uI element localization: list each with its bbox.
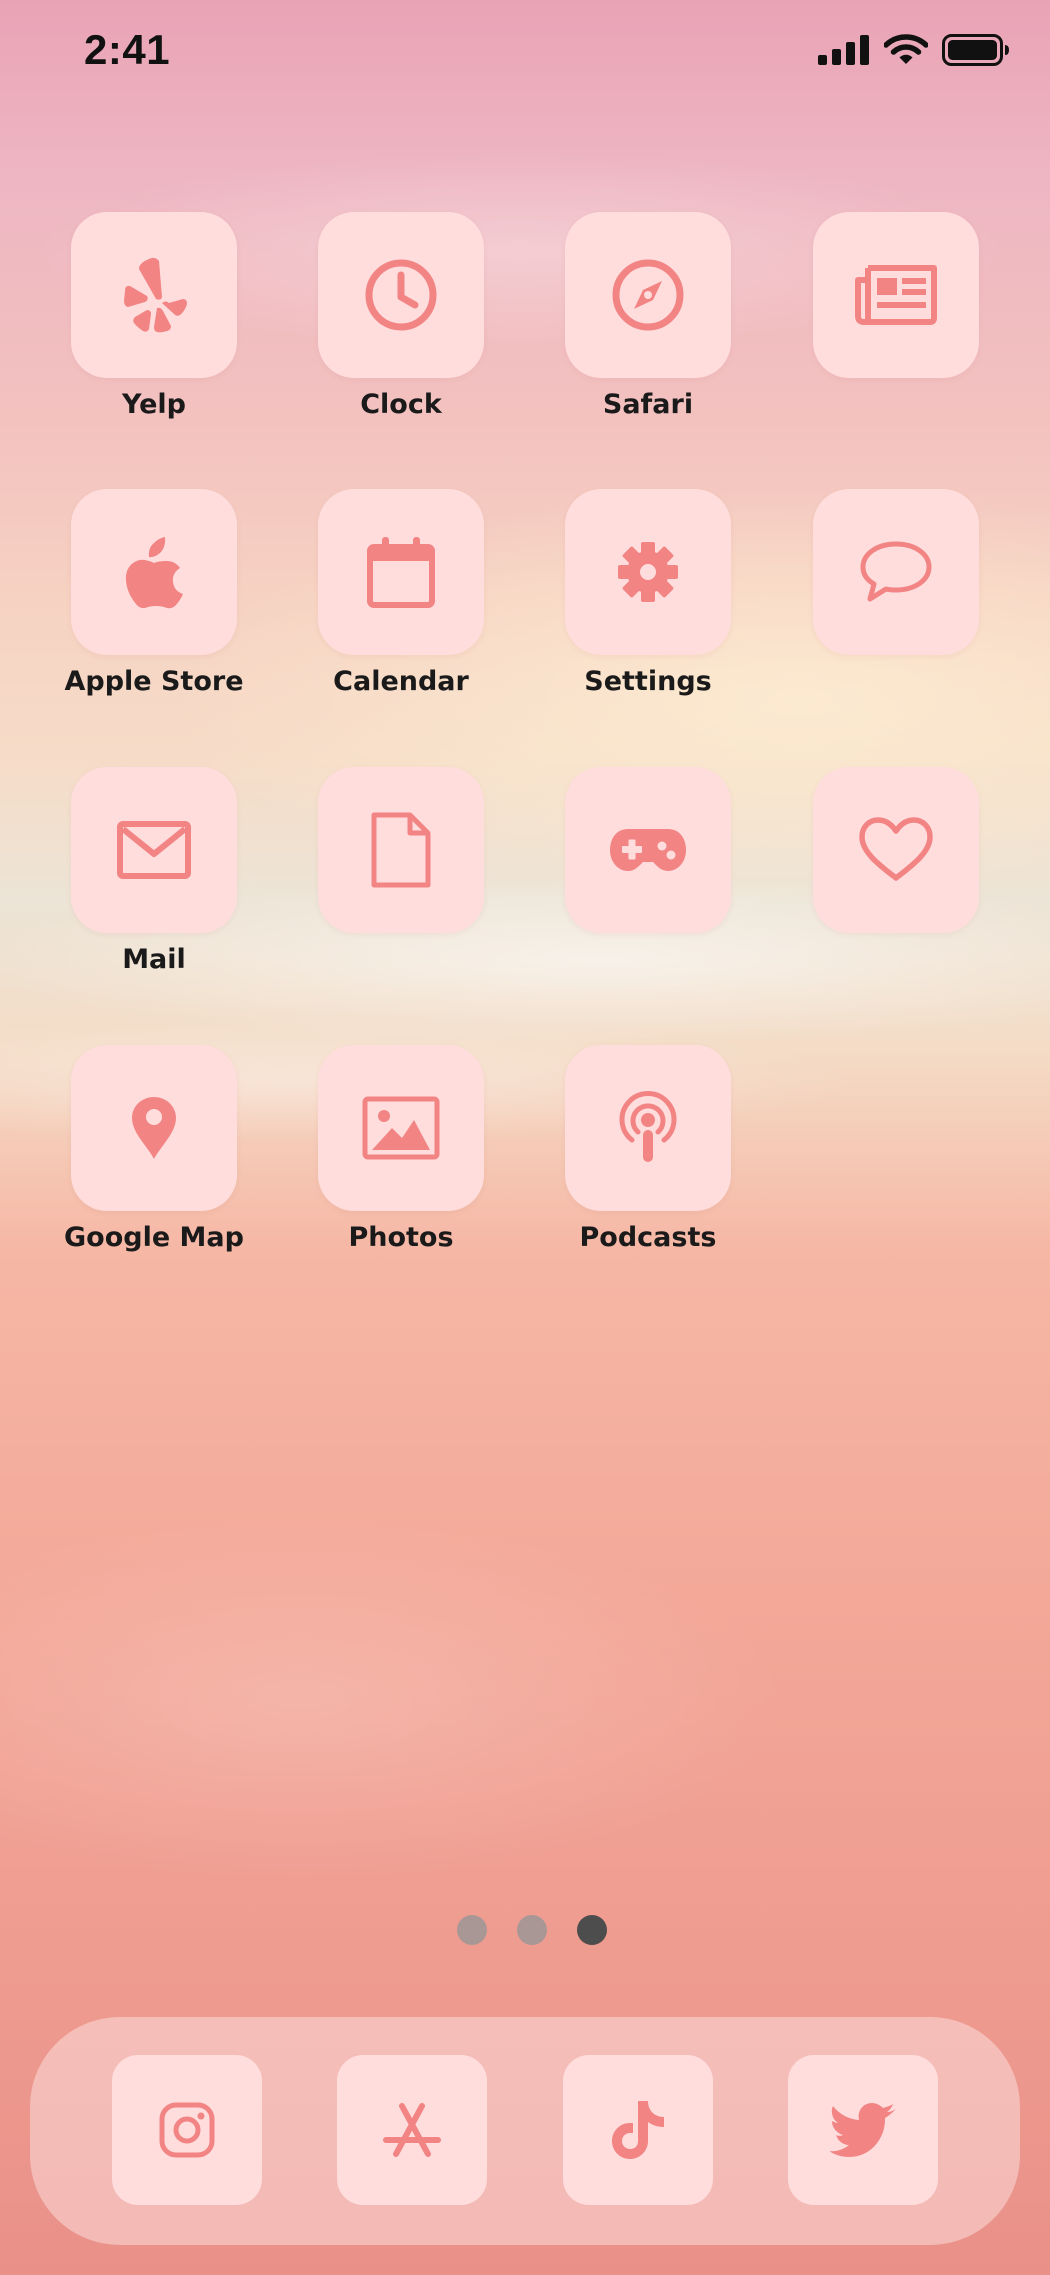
app-google-map[interactable]: Google Map bbox=[64, 1045, 244, 1255]
app-tile[interactable] bbox=[318, 1045, 484, 1211]
map-pin-icon bbox=[132, 1097, 176, 1159]
app-files[interactable] bbox=[318, 767, 484, 943]
app-messages[interactable] bbox=[813, 489, 979, 665]
app-label: Calendar bbox=[333, 666, 469, 697]
app-label: Mail bbox=[122, 944, 186, 975]
app-label: Apple Store bbox=[64, 666, 244, 697]
page-indicator[interactable] bbox=[0, 1915, 1050, 1945]
status-icons bbox=[818, 34, 1010, 66]
app-tile[interactable] bbox=[813, 767, 979, 933]
app-yelp[interactable]: Yelp bbox=[71, 212, 237, 422]
heart-icon bbox=[859, 817, 933, 881]
battery-icon bbox=[942, 34, 1009, 66]
app-tile[interactable] bbox=[813, 212, 979, 378]
app-tile[interactable] bbox=[565, 489, 731, 655]
app-settings[interactable]: Settings bbox=[565, 489, 731, 699]
document-icon bbox=[371, 812, 431, 888]
gamepad-icon bbox=[610, 829, 686, 871]
app-store-icon bbox=[383, 2103, 441, 2157]
app-tile[interactable] bbox=[813, 489, 979, 655]
page-dot-1[interactable] bbox=[457, 1915, 487, 1945]
dock-app-instagram[interactable] bbox=[112, 2055, 262, 2205]
app-podcasts[interactable]: Podcasts bbox=[565, 1045, 731, 1255]
photo-icon bbox=[362, 1096, 440, 1160]
podcast-icon bbox=[619, 1091, 677, 1162]
app-label: Safari bbox=[602, 389, 694, 420]
newspaper-icon bbox=[855, 265, 937, 325]
app-calendar[interactable]: Calendar bbox=[318, 489, 484, 699]
app-tile[interactable] bbox=[71, 489, 237, 655]
instagram-icon bbox=[159, 2102, 215, 2158]
app-tile[interactable] bbox=[71, 1045, 237, 1211]
app-tile[interactable] bbox=[71, 767, 237, 933]
speech-bubble-icon bbox=[860, 541, 932, 602]
dock-app-tiktok[interactable] bbox=[563, 2055, 713, 2205]
apple-icon bbox=[125, 537, 183, 609]
tiktok-icon bbox=[612, 2101, 664, 2159]
dock-app-twitter[interactable] bbox=[788, 2055, 938, 2205]
app-tile[interactable] bbox=[71, 212, 237, 378]
wifi-icon bbox=[884, 34, 928, 64]
compass-icon bbox=[612, 259, 684, 331]
page-dot-2[interactable] bbox=[517, 1915, 547, 1945]
dock-app-app-store[interactable] bbox=[337, 2055, 487, 2205]
app-tile[interactable] bbox=[565, 212, 731, 378]
clock-icon bbox=[365, 259, 437, 331]
app-tile[interactable] bbox=[318, 767, 484, 933]
gear-icon bbox=[618, 542, 678, 602]
app-tile[interactable] bbox=[565, 1045, 731, 1211]
cellular-signal-icon bbox=[818, 35, 869, 65]
app-safari[interactable]: Safari bbox=[565, 212, 731, 422]
app-label: Photos bbox=[348, 1222, 454, 1253]
dock bbox=[30, 2017, 1020, 2245]
app-tile[interactable] bbox=[565, 767, 731, 933]
yelp-icon bbox=[124, 257, 187, 333]
app-label: Clock bbox=[360, 389, 442, 420]
app-label: Settings bbox=[584, 666, 712, 697]
page-dot-3-active[interactable] bbox=[577, 1915, 607, 1945]
status-time: 2:41 bbox=[84, 26, 171, 73]
app-news[interactable] bbox=[813, 212, 979, 388]
app-mail[interactable]: Mail bbox=[71, 767, 237, 977]
envelope-icon bbox=[117, 821, 191, 879]
twitter-icon bbox=[830, 2103, 896, 2157]
app-label: Yelp bbox=[122, 389, 186, 420]
app-tile[interactable] bbox=[318, 489, 484, 655]
app-health[interactable] bbox=[813, 767, 979, 943]
app-label: Google Map bbox=[64, 1222, 244, 1253]
app-tile[interactable] bbox=[318, 212, 484, 378]
app-games[interactable] bbox=[565, 767, 731, 943]
calendar-icon bbox=[367, 537, 435, 608]
app-apple-store[interactable]: Apple Store bbox=[64, 489, 244, 699]
app-clock[interactable]: Clock bbox=[318, 212, 484, 422]
app-photos[interactable]: Photos bbox=[318, 1045, 484, 1255]
app-label: Podcasts bbox=[579, 1222, 717, 1253]
